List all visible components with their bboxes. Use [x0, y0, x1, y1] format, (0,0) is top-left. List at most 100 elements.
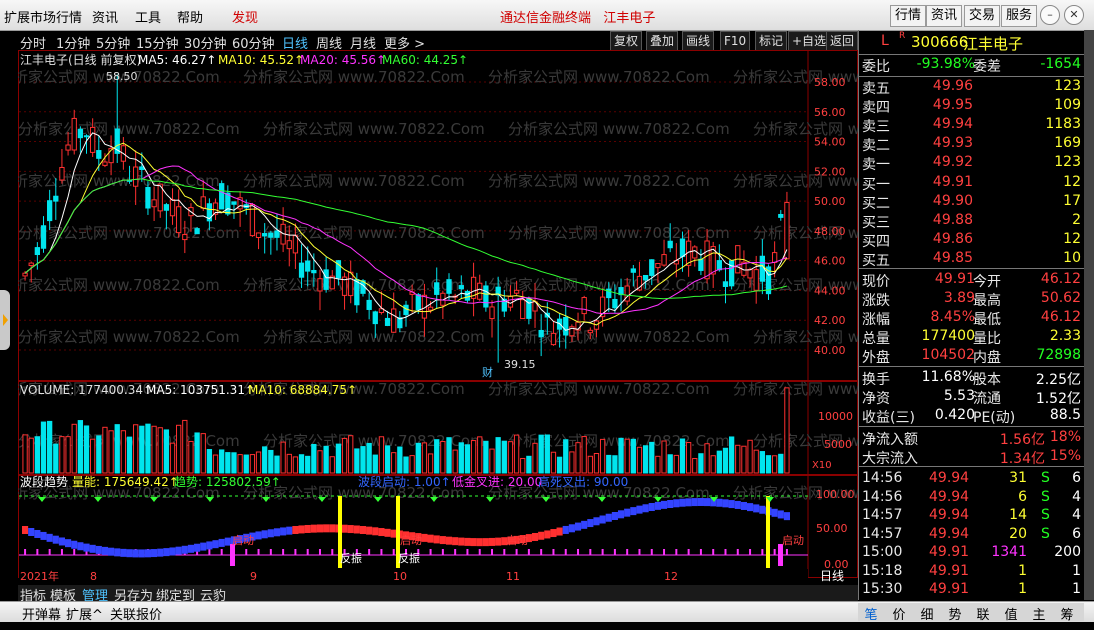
indicator-tick	[675, 549, 678, 555]
indicator-band	[169, 547, 176, 556]
toolbar-button[interactable]: 标记	[755, 31, 788, 51]
volume-bar	[421, 442, 428, 474]
toolbar-button[interactable]: 返回	[826, 31, 858, 51]
indicator-tick	[699, 549, 702, 555]
button-info[interactable]: 资讯	[926, 5, 963, 27]
volume-bar	[231, 452, 237, 474]
menu-news[interactable]: 资讯	[92, 7, 118, 26]
volume-bar	[489, 448, 495, 474]
indicator-band	[52, 535, 59, 544]
right-panel-tabs: 笔 价 细 势 联 值 主 筹	[858, 603, 1084, 623]
candle-body	[53, 195, 59, 202]
tab-linked[interactable]: 联	[972, 604, 994, 623]
minimize-icon[interactable]: –	[1040, 5, 1060, 25]
sell-level: 卖四 49.95 109	[859, 97, 1085, 116]
vertical-scrollbar[interactable]	[1084, 30, 1094, 600]
level-volume: 1183	[1045, 116, 1081, 132]
stat-label: 总量	[862, 331, 890, 347]
button-trade[interactable]: 交易	[964, 5, 1001, 27]
toolbar-button[interactable]: 画线	[682, 31, 715, 51]
watermark-text: 分析家公式网 www.70822.Com	[488, 276, 710, 294]
volume-bar	[538, 434, 544, 474]
period-label: 日线	[820, 569, 844, 583]
status-expand[interactable]: 扩展^	[66, 604, 103, 623]
divider	[859, 466, 1085, 467]
level-label: 买三	[862, 215, 890, 231]
menu-tools[interactable]: 工具	[135, 7, 161, 26]
tab-detail[interactable]: 细	[916, 604, 938, 623]
app-title-stock: 江丰电子	[603, 11, 656, 26]
volume-bar	[34, 436, 41, 474]
candle-body	[133, 166, 139, 187]
fin-label: 流通	[973, 391, 1001, 407]
menu-discover[interactable]: 发现	[232, 7, 258, 26]
status-danmaku[interactable]: 开弹幕	[22, 604, 61, 623]
volume-bar	[630, 438, 636, 474]
high-price-label: 58.50	[106, 70, 138, 83]
close-icon[interactable]: ✕	[1064, 5, 1084, 25]
indicator-tick	[527, 549, 530, 555]
indicator-tick	[601, 549, 604, 555]
indicator-band	[224, 537, 231, 546]
candle-body	[526, 297, 532, 319]
volume-bar	[255, 451, 262, 474]
tab-value[interactable]: 值	[1000, 604, 1022, 623]
candle-body	[34, 247, 41, 256]
tab-trend[interactable]: 势	[944, 604, 966, 623]
finance-marker[interactable]: 财	[482, 365, 493, 379]
indicator-band	[384, 528, 391, 537]
volume-bar	[452, 449, 458, 474]
indicator-tick	[380, 549, 383, 555]
indicator-band	[126, 549, 133, 558]
side-expand-handle[interactable]	[0, 290, 10, 350]
flow-percent: 18%	[1049, 429, 1081, 445]
watermark-text: 分析家公式网 www.70822.Com	[18, 276, 220, 294]
indicator-tick	[724, 549, 727, 555]
button-service[interactable]: 服务	[1001, 5, 1038, 27]
volume-bar	[778, 453, 784, 474]
status-related-quote[interactable]: 关联报价	[110, 604, 162, 623]
date-axis-label: 11	[506, 570, 520, 583]
tab-ticks[interactable]: 笔	[860, 604, 882, 623]
volume-bar	[188, 440, 194, 474]
indicator-band	[206, 541, 213, 550]
candle-body	[612, 298, 618, 309]
indicator-band	[488, 537, 496, 546]
weicha-value: -1654	[1040, 56, 1081, 72]
volume-bar	[348, 435, 354, 474]
indicator-band	[667, 499, 674, 508]
chart-header-name: 江丰电子(日线 前复权)	[20, 52, 141, 67]
volume-bar	[305, 455, 311, 474]
toolbar-button[interactable]: F10	[720, 31, 751, 51]
candle-body	[317, 278, 323, 292]
kline-chart[interactable]: 分析家公式网 www.70822.Com 分析家公式网 www.70822.Com…	[0, 50, 975, 600]
candle-body	[139, 166, 145, 171]
menu-help[interactable]: 帮助	[177, 7, 203, 26]
indicator-band	[280, 527, 287, 536]
date-axis-label: 12	[664, 570, 678, 583]
candle-body	[667, 240, 673, 249]
chart-area[interactable]: 分析家公式网 www.70822.Com 分析家公式网 www.70822.Com…	[0, 50, 975, 600]
tab-price[interactable]: 价	[888, 604, 910, 623]
candle-body	[255, 232, 262, 239]
price-ytick: 54.00	[814, 136, 846, 149]
indicator-band	[482, 538, 489, 547]
stat-label: 最低	[973, 312, 1001, 328]
toolbar-button[interactable]: 复权	[610, 31, 643, 51]
volume-bar	[716, 450, 722, 474]
menu-extended-market[interactable]: 扩展市场行情	[4, 7, 82, 26]
indicator-tick	[663, 549, 666, 555]
toolbar-button[interactable]: +自选	[788, 31, 831, 51]
button-quote[interactable]: 行情	[890, 5, 927, 27]
volume-bar	[728, 436, 735, 474]
candle-body	[231, 201, 237, 205]
indicator-band	[470, 538, 477, 547]
stat-value: 50.62	[1040, 290, 1081, 306]
tab-main[interactable]: 主	[1028, 604, 1050, 623]
volume-bar	[329, 456, 335, 474]
indicator-band	[77, 542, 84, 551]
toolbar-button[interactable]: 叠加	[646, 31, 679, 51]
flow-label: 净流入额	[862, 432, 918, 448]
candle-body	[403, 304, 409, 316]
tab-chips[interactable]: 筹	[1056, 604, 1078, 623]
